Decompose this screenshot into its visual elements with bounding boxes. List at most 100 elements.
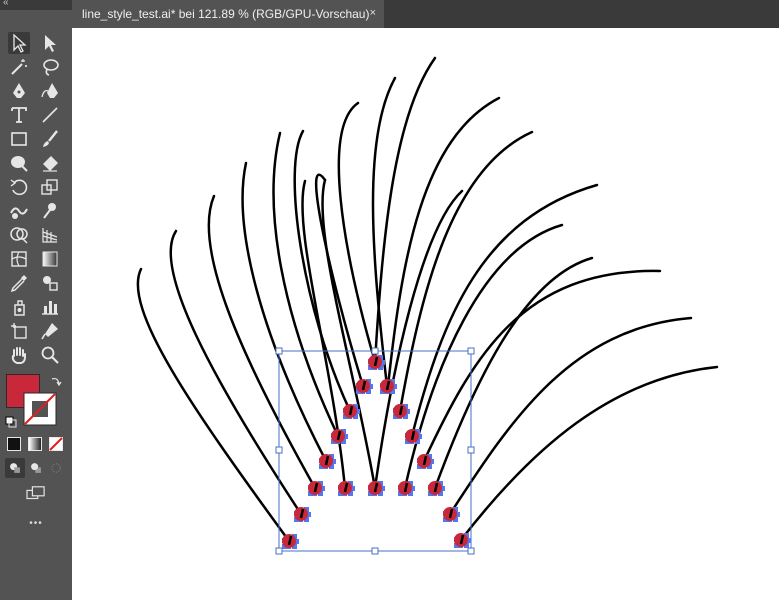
bbox-handle[interactable] <box>467 347 475 355</box>
perspective-grid-tool-icon <box>42 228 58 243</box>
anchor-point[interactable] <box>368 481 385 496</box>
draw-normal-button[interactable] <box>5 458 25 478</box>
screen-mode-icon <box>26 486 45 500</box>
curvature-tool-button[interactable] <box>39 80 61 102</box>
stroke-swatch[interactable] <box>23 392 57 426</box>
artboard-tool-icon <box>11 323 27 339</box>
bbox-handle[interactable] <box>467 547 475 555</box>
pen-tool-icon <box>13 83 25 98</box>
edit-toolbar-button[interactable]: ••• <box>24 518 48 529</box>
anchor-point[interactable] <box>308 481 325 496</box>
blend-tool-button[interactable] <box>39 272 61 294</box>
swap-fill-stroke-icon[interactable] <box>50 374 62 387</box>
change-screen-mode-button[interactable] <box>24 484 48 504</box>
shaper-tool-icon <box>11 156 28 172</box>
slice-tool-button[interactable] <box>39 320 61 342</box>
bbox-handle[interactable] <box>275 547 283 555</box>
puppet-warp-tool-button[interactable] <box>39 200 61 222</box>
artwork <box>136 56 719 555</box>
blend-tool-icon <box>43 276 58 291</box>
default-fill-stroke-icon[interactable] <box>5 415 17 428</box>
anchor-point[interactable] <box>417 454 434 469</box>
direct-selection-tool-button[interactable] <box>39 32 61 54</box>
artboard-canvas[interactable] <box>72 28 779 600</box>
anchor-point[interactable] <box>428 481 445 496</box>
artboard-tool-button[interactable] <box>8 320 30 342</box>
anchor-point[interactable] <box>282 534 299 549</box>
hand-tool-button[interactable] <box>8 344 30 366</box>
eraser-tool-icon <box>43 156 58 172</box>
rectangle-tool-button[interactable] <box>8 128 30 150</box>
zoom-tool-icon <box>41 346 59 364</box>
perspective-grid-tool-button[interactable] <box>39 224 61 246</box>
tools-panel-header: « <box>0 0 72 10</box>
line-segment-tool-button[interactable] <box>39 104 61 126</box>
shape-builder-tool-button[interactable] <box>8 224 30 246</box>
bbox-handle[interactable] <box>467 446 475 454</box>
mesh-tool-button[interactable] <box>8 248 30 270</box>
scale-tool-button[interactable] <box>39 176 61 198</box>
anchor-point[interactable] <box>319 454 336 469</box>
stroke-line <box>448 316 693 516</box>
rotate-tool-icon <box>10 179 28 196</box>
anchor-point[interactable] <box>398 481 415 496</box>
magic-wand-tool-button[interactable] <box>8 56 30 78</box>
anchor-point[interactable] <box>405 429 422 444</box>
stroke-line <box>459 365 719 542</box>
selection-tool-button[interactable] <box>8 32 30 54</box>
close-tab-button[interactable]: × <box>370 7 376 19</box>
document-tab-title: line_style_test.ai* bei 121.89 % (RGB/GP… <box>82 7 370 21</box>
bounding-box-handles[interactable] <box>275 347 475 555</box>
eyedropper-tool-button[interactable] <box>8 272 30 294</box>
symbol-sprayer-tool-button[interactable] <box>8 296 30 318</box>
zoom-tool-button[interactable] <box>39 344 61 366</box>
draw-behind-icon <box>31 463 41 473</box>
pen-tool-button[interactable] <box>8 80 30 102</box>
anchor-point[interactable] <box>356 379 373 394</box>
curvature-tool-icon <box>41 83 58 98</box>
gradient-mode-button[interactable] <box>28 437 42 451</box>
line-segment-tool-icon <box>42 107 58 123</box>
anchor-point[interactable] <box>380 379 397 394</box>
paintbrush-tool-button[interactable] <box>39 128 61 150</box>
bbox-handle[interactable] <box>275 347 283 355</box>
color-mode-button[interactable] <box>7 437 21 451</box>
shaper-tool-button[interactable] <box>8 152 30 174</box>
warp-tool-button[interactable] <box>8 200 30 222</box>
stroke-line <box>272 131 340 438</box>
scale-tool-icon <box>41 179 58 195</box>
draw-inside-button[interactable] <box>46 458 66 478</box>
anchor-point[interactable] <box>454 533 471 548</box>
anchor-point[interactable] <box>338 481 355 496</box>
hand-tool-icon <box>11 347 26 364</box>
bbox-handle[interactable] <box>371 547 379 555</box>
document-tab[interactable]: line_style_test.ai* bei 121.89 % (RGB/GP… <box>72 0 384 28</box>
mesh-tool-icon <box>11 251 27 267</box>
stroke-line <box>293 129 352 413</box>
anchor-point[interactable] <box>294 507 311 522</box>
anchor-point[interactable] <box>343 404 360 419</box>
bbox-handle[interactable] <box>275 446 283 454</box>
anchor-point[interactable] <box>368 355 385 370</box>
tools-panel: « ••• <box>0 0 72 600</box>
column-graph-tool-button[interactable] <box>39 296 61 318</box>
bbox-handle[interactable] <box>371 347 379 355</box>
anchor-point[interactable] <box>393 404 410 419</box>
rotate-tool-button[interactable] <box>8 176 30 198</box>
gradient-tool-button[interactable] <box>39 248 61 270</box>
eraser-tool-button[interactable] <box>39 152 61 174</box>
shape-builder-tool-icon <box>10 227 28 244</box>
anchor-point[interactable] <box>331 429 348 444</box>
anchor-point[interactable] <box>443 507 460 522</box>
draw-normal-icon <box>10 463 20 473</box>
lasso-tool-button[interactable] <box>39 56 61 78</box>
direct-selection-tool-icon <box>45 35 56 52</box>
collapse-panel-button[interactable]: « <box>3 0 9 8</box>
stroke-line <box>136 267 291 543</box>
puppet-warp-tool-icon <box>43 203 56 219</box>
none-mode-button[interactable] <box>49 437 63 451</box>
slice-tool-icon <box>41 323 58 340</box>
type-tool-button[interactable] <box>8 104 30 126</box>
warp-tool-icon <box>10 207 28 219</box>
draw-behind-button[interactable] <box>26 458 46 478</box>
